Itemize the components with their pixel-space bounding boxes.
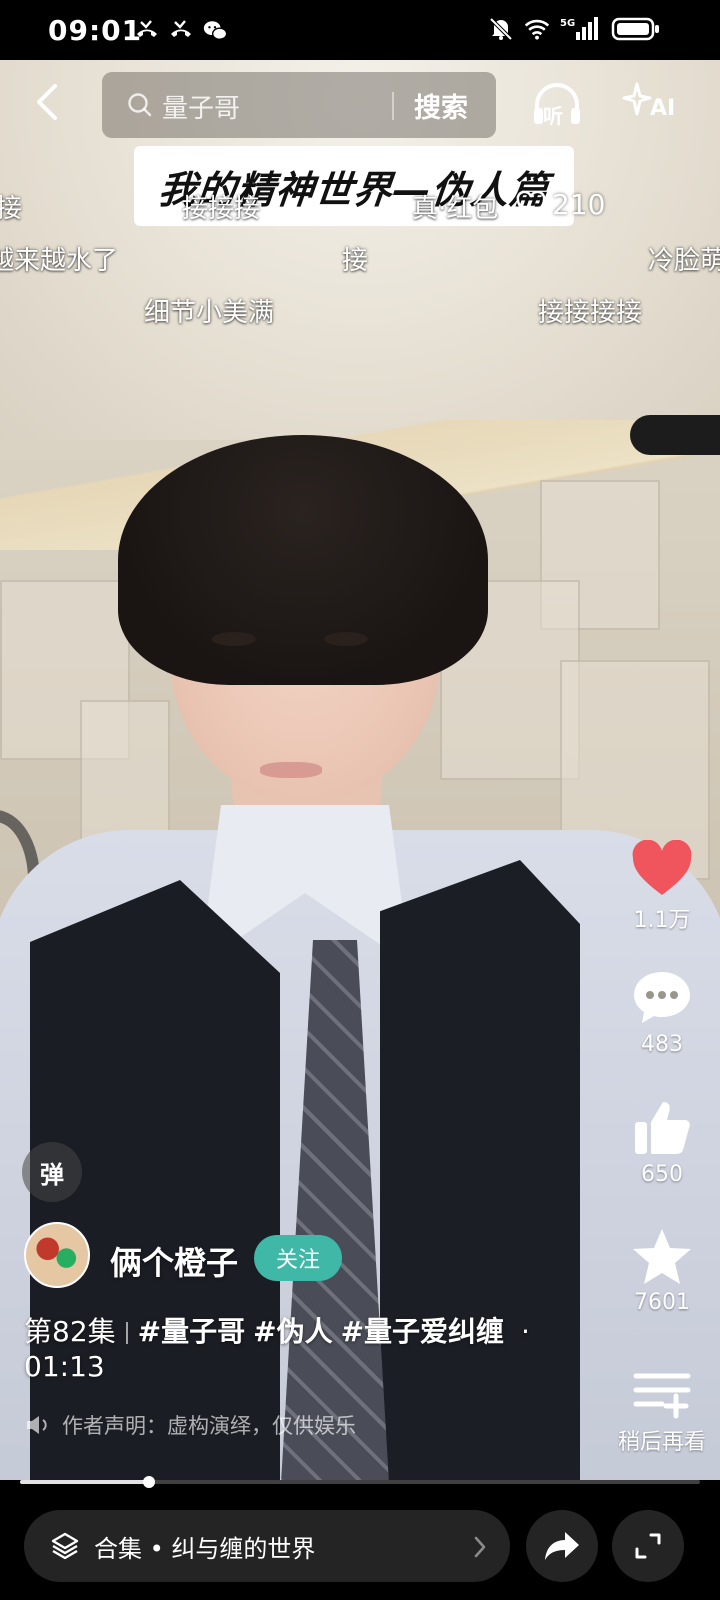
missed-call-icon — [168, 18, 194, 44]
fullscreen-button[interactable] — [612, 1510, 684, 1582]
heart-outline-icon — [516, 190, 546, 219]
sparkle-icon — [622, 82, 652, 116]
hashtag[interactable]: #伪人 — [253, 1315, 332, 1348]
episode-separator — [125, 1322, 128, 1344]
star-icon — [633, 1229, 691, 1284]
bottom-bar: 合集 • 纠与缠的世界 — [0, 1488, 720, 1600]
person-eye — [324, 632, 368, 646]
danmaku-comment[interactable]: 冷脸萌 — [648, 240, 720, 277]
cellular-signal-icon: 5G — [560, 16, 600, 42]
comment-icon — [634, 972, 690, 1023]
ai-label: AI — [650, 96, 676, 121]
danmaku-comment[interactable]: 越来越水了 — [0, 240, 118, 277]
like-count: 1.1万 — [633, 908, 691, 933]
favorite-count: 7601 — [634, 1290, 690, 1315]
status-notification-icons — [134, 18, 228, 44]
add-to-list-icon — [633, 1373, 691, 1419]
like-button[interactable]: 1.1万 — [612, 840, 712, 934]
mute-bell-icon — [488, 16, 514, 42]
share-button[interactable] — [526, 1510, 598, 1582]
search-input[interactable]: 量子哥 — [162, 88, 240, 125]
danmaku-comment[interactable]: 接接接 — [182, 188, 260, 225]
fullscreen-icon — [635, 1533, 661, 1559]
favorite-button[interactable]: 7601 — [612, 1226, 712, 1315]
search-button[interactable]: 搜索 — [414, 86, 468, 125]
wifi-icon — [524, 16, 550, 42]
status-time: 09:01 — [48, 14, 143, 47]
danmaku-toggle-label: 弹 — [40, 1160, 64, 1189]
network-type: 5G — [560, 18, 575, 29]
person-hair — [118, 435, 488, 685]
video-description: 第82集 #量子哥 #伪人 #量子爱纠缠 · — [24, 1310, 530, 1350]
heart-icon — [632, 840, 692, 895]
listen-button[interactable]: 听 — [532, 80, 582, 128]
video-duration: 01:13 — [24, 1350, 105, 1383]
thumbs-up-count: 650 — [641, 1162, 683, 1187]
danmaku-like-count: 210 — [552, 188, 606, 221]
collection-label: 合集 • 纠与缠的世界 — [94, 1534, 316, 1563]
back-button[interactable] — [26, 80, 70, 124]
danmaku-comment[interactable]: 接 — [0, 188, 22, 225]
video-progress-bar[interactable] — [20, 1476, 700, 1488]
watch-later-button[interactable]: 稍后再看 — [612, 1368, 712, 1456]
person-mouth — [260, 762, 322, 778]
episode-label[interactable]: 第82集 — [24, 1315, 116, 1348]
author-disclaimer: 作者声明：虚构演绎，仅供娱乐 — [24, 1410, 356, 1440]
top-bar: 量子哥 搜索 听 AI — [0, 66, 720, 146]
thumbs-up-icon — [635, 1102, 690, 1154]
danmaku-comment[interactable]: 真·红包 — [412, 188, 498, 225]
ai-button[interactable]: AI — [622, 80, 678, 128]
author-name[interactable]: 俩个橙子 — [110, 1238, 238, 1284]
comment-count: 483 — [641, 1032, 683, 1057]
layers-icon — [51, 1532, 79, 1560]
danmaku-comment[interactable]: 接接接接 — [538, 292, 642, 329]
back-arrow-icon — [37, 84, 57, 120]
search-divider — [392, 92, 394, 120]
share-arrow-icon — [545, 1532, 579, 1560]
person-eye — [212, 632, 256, 646]
follow-button[interactable]: 关注 — [254, 1235, 342, 1281]
chevron-right-icon — [474, 1536, 486, 1558]
follow-label: 关注 — [275, 1248, 320, 1273]
danmaku-comment[interactable]: 细节小美满 — [144, 292, 274, 329]
progress-knob[interactable] — [143, 1476, 156, 1488]
danmaku-toggle-button[interactable]: 弹 — [22, 1142, 82, 1202]
author-avatar[interactable] — [24, 1222, 90, 1288]
battery-icon — [610, 16, 662, 42]
collection-button[interactable]: 合集 • 纠与缠的世界 — [24, 1510, 510, 1582]
progress-fill — [20, 1480, 150, 1484]
search-icon — [128, 93, 152, 117]
comment-button[interactable]: 483 — [612, 968, 712, 1057]
status-bar: 09:01 5G — [0, 0, 720, 62]
person-vest-right — [380, 860, 580, 1480]
wall-painting — [80, 700, 170, 840]
speaker-icon — [27, 1416, 47, 1434]
danmaku-like-counter[interactable]: 210 — [516, 188, 605, 221]
status-system-icons: 5G — [488, 16, 662, 42]
wall-pipe — [630, 415, 720, 455]
disclaimer-text: 作者声明：虚构演绎，仅供娱乐 — [62, 1414, 356, 1438]
danmaku-comment[interactable]: 接 — [342, 240, 368, 277]
wechat-icon — [202, 18, 228, 44]
description-dot: · — [520, 1315, 530, 1348]
missed-call-icon — [134, 18, 160, 44]
hashtag[interactable]: #量子哥 — [138, 1315, 245, 1348]
thumbs-up-button[interactable]: 650 — [612, 1098, 712, 1187]
watch-later-label: 稍后再看 — [617, 1430, 706, 1455]
search-box[interactable]: 量子哥 搜索 — [102, 72, 496, 138]
listen-label: 听 — [543, 104, 563, 128]
hashtag[interactable]: #量子爱纠缠 — [341, 1315, 504, 1348]
